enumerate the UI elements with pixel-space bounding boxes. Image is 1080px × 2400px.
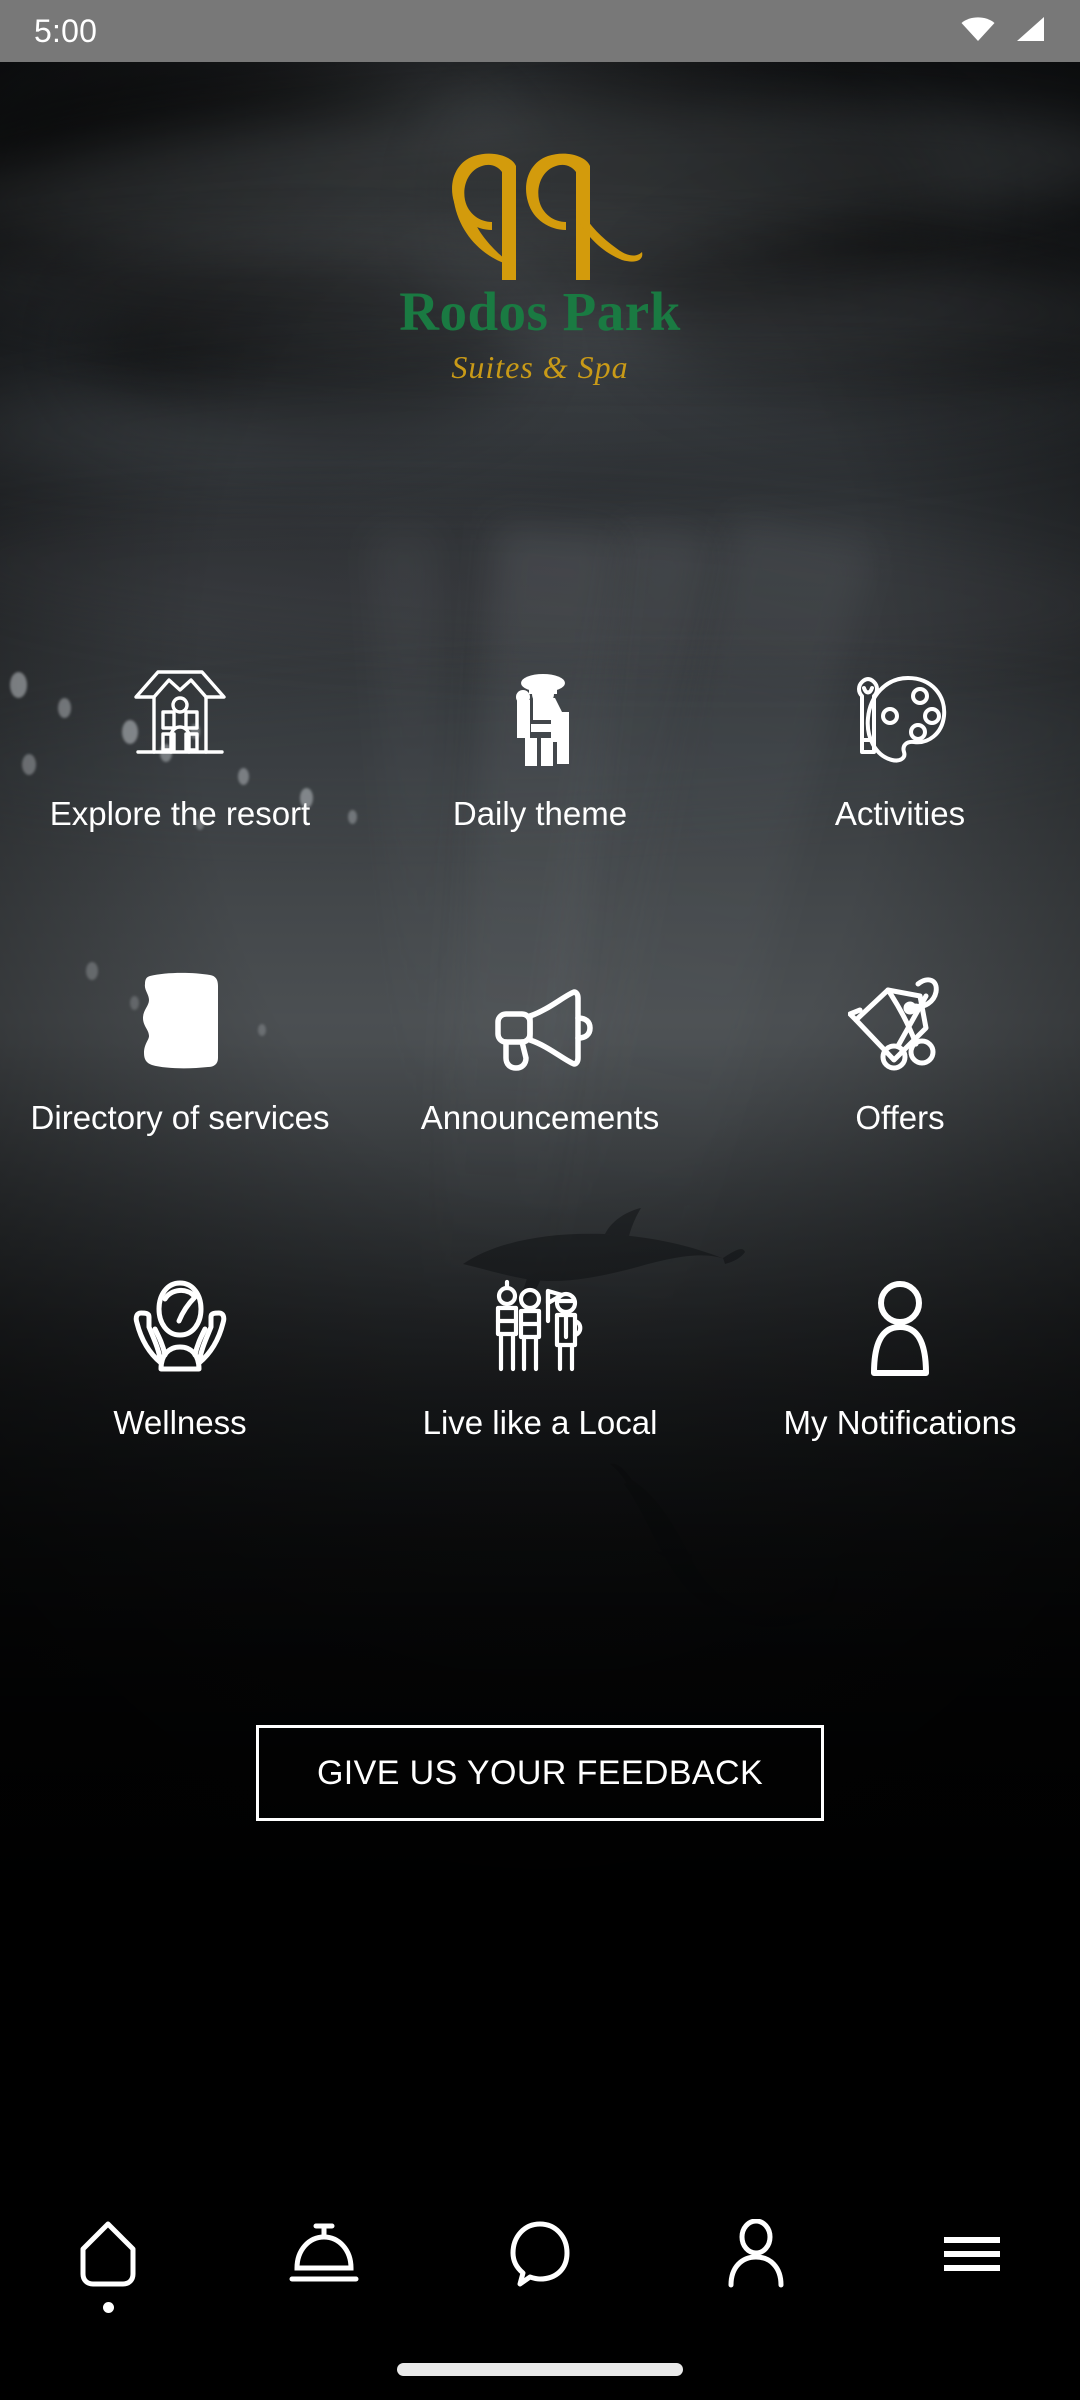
menu-row: Explore the resort Daily theme Activitie… [0, 652, 1080, 834]
service-bell-icon [288, 2219, 360, 2289]
hamburger-menu-icon [937, 2219, 1007, 2289]
menu-item-label: Live like a Local [422, 1403, 658, 1441]
cellular-signal-icon [1014, 15, 1046, 48]
menu-item-label: Announcements [420, 1099, 660, 1137]
chat-bubble-icon [507, 2219, 573, 2289]
menu-row: Directory of services Announcements Offe… [0, 956, 1080, 1138]
nav-item-menu[interactable] [864, 2190, 1080, 2342]
book-solid-icon [132, 962, 228, 1072]
menu-row: Wellness Live like a Local My Notificati… [0, 1261, 1080, 1443]
brand-name: Rodos Park [399, 281, 681, 342]
price-tag-scissors-icon [848, 962, 952, 1072]
menu-item-announcements[interactable]: Announcements [360, 956, 720, 1138]
menu-item-label: Daily theme [452, 795, 628, 832]
app-screen: Rodos Park Suites & Spa Explore the reso… [0, 0, 1080, 2400]
main-menu-grid: Explore the resort Daily theme Activitie… [0, 652, 1080, 1443]
nav-item-chat[interactable] [432, 2190, 648, 2342]
megaphone-icon [486, 962, 594, 1072]
menu-item-directory-of-services[interactable]: Directory of services [0, 956, 360, 1138]
nav-item-home[interactable] [0, 2190, 216, 2342]
home-icon [77, 2219, 139, 2289]
paint-palette-icon [848, 658, 952, 768]
menu-item-label: Offers [855, 1099, 945, 1137]
bottom-navigation-bar [0, 2190, 1080, 2342]
head-in-hands-icon [129, 1267, 231, 1377]
menu-item-explore-the-resort[interactable]: Explore the resort [0, 652, 360, 834]
menu-item-label: Wellness [113, 1403, 247, 1441]
rr-monogram-icon [452, 153, 643, 280]
person-with-hat-icon [495, 658, 585, 768]
menu-item-label: Activities [834, 795, 966, 832]
status-bar-clock: 5:00 [34, 12, 98, 49]
status-bar: 5:00 [0, 0, 1080, 62]
villa-house-icon [128, 658, 232, 768]
menu-item-daily-theme[interactable]: Daily theme [360, 652, 720, 834]
give-feedback-button[interactable]: GIVE US YOUR FEEDBACK [255, 1725, 825, 1821]
system-gesture-bar[interactable] [397, 2363, 683, 2376]
brand-logo: Rodos Park Suites & Spa [0, 140, 1080, 383]
person-icon [856, 1267, 944, 1377]
menu-item-offers[interactable]: Offers [720, 956, 1080, 1138]
menu-item-label: Directory of services [30, 1099, 330, 1137]
menu-item-label: Explore the resort [49, 795, 311, 832]
menu-item-wellness[interactable]: Wellness [0, 1261, 360, 1443]
brand-tagline: Suites & Spa [451, 349, 629, 385]
person-outline-icon [725, 2219, 787, 2289]
nav-active-indicator [102, 2302, 114, 2313]
menu-item-activities[interactable]: Activities [720, 652, 1080, 834]
wifi-icon [960, 15, 996, 48]
nav-item-profile[interactable] [648, 2190, 864, 2342]
menu-item-live-like-a-local[interactable]: Live like a Local [360, 1261, 720, 1443]
menu-item-my-notifications[interactable]: My Notifications [720, 1261, 1080, 1443]
people-group-flag-icon [490, 1267, 590, 1377]
nav-item-room-service[interactable] [216, 2190, 432, 2342]
menu-item-label: My Notifications [783, 1403, 1017, 1441]
